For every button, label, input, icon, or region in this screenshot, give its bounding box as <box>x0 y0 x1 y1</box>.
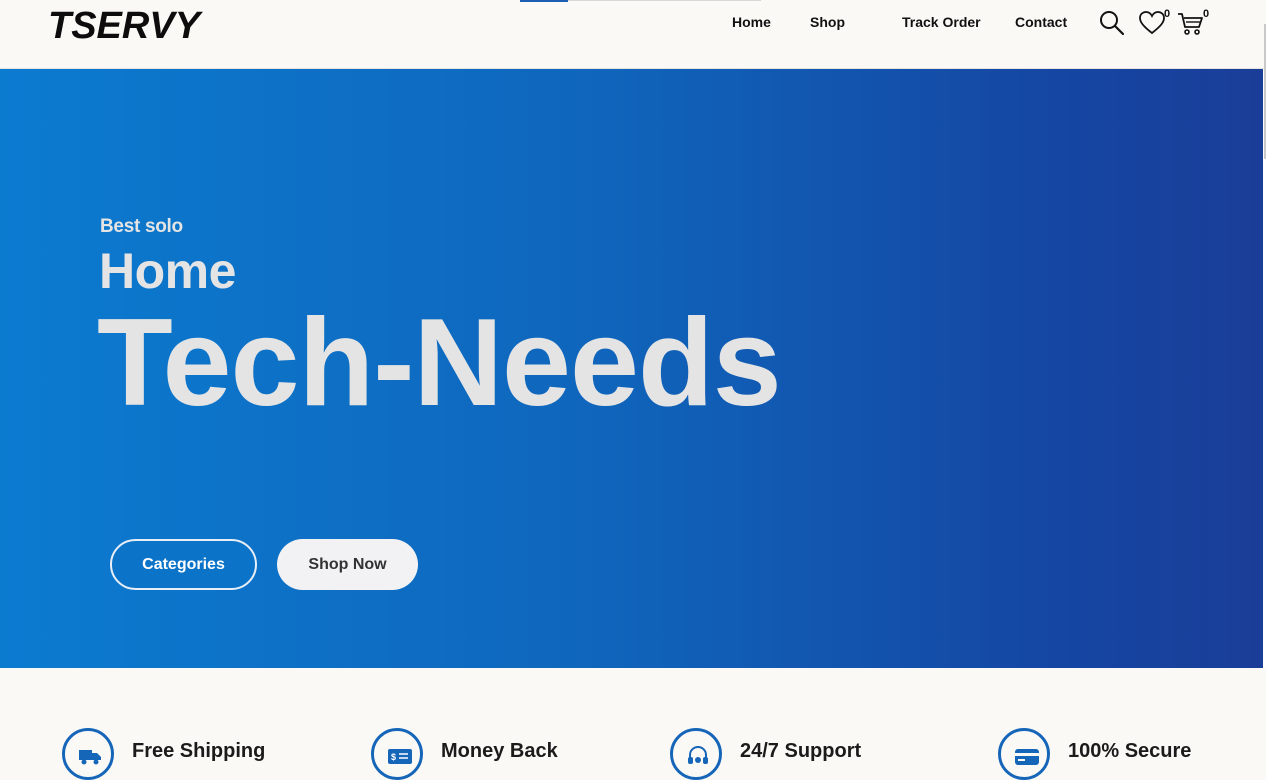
hero-title-line2: Tech-Needs <box>97 294 782 432</box>
wishlist-heart-icon[interactable] <box>1139 10 1165 36</box>
nav-contact[interactable]: Contact <box>1015 14 1067 30</box>
logo-text: TSERVY <box>48 5 204 42</box>
feature-title: 100% Secure <box>1068 740 1192 762</box>
hero-kicker: Best solo <box>100 216 183 237</box>
site-logo[interactable]: TSERVY <box>48 4 248 42</box>
search-icon[interactable] <box>1099 10 1125 36</box>
feature-title: Money Back <box>441 740 558 762</box>
feature-title: Free Shipping <box>132 740 266 762</box>
progress-indicator <box>520 0 568 2</box>
headset-icon <box>670 728 722 780</box>
hero-banner: Best solo Home Tech-Needs Categories Sho… <box>0 69 1263 668</box>
hero-title-line1: Home <box>99 243 236 299</box>
site-header: TSERVY Home Shop Track Order Contact 0 0 <box>0 0 1266 69</box>
nav-home[interactable]: Home <box>732 14 771 30</box>
credit-card-icon <box>998 728 1050 780</box>
shop-now-button[interactable]: Shop Now <box>277 539 418 590</box>
feature-title: 24/7 Support <box>740 740 862 762</box>
wishlist-count: 0 <box>1164 8 1171 20</box>
categories-button[interactable]: Categories <box>110 539 257 590</box>
svg-text:$: $ <box>391 752 396 762</box>
cart-icon[interactable] <box>1177 12 1205 36</box>
money-icon: $ <box>371 728 423 780</box>
cart-count: 0 <box>1203 8 1210 20</box>
nav-track-order[interactable]: Track Order <box>902 14 981 30</box>
truck-icon <box>62 728 114 780</box>
nav-shop[interactable]: Shop <box>810 14 845 30</box>
